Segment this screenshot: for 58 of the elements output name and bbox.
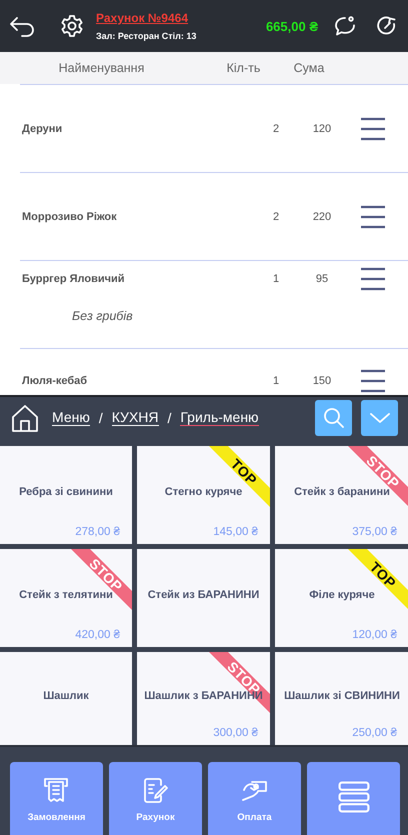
dish-name: Стегно куряче [164,486,242,498]
dish-price: 120,00 ₴ [352,629,397,641]
dish-name: Стейк з баранини [294,486,390,498]
menu-icon[interactable] [360,369,386,393]
menu-icon[interactable] [360,267,386,291]
item-name: Моррозиво Ріжок [22,210,118,222]
breadcrumb-link[interactable]: Меню [52,409,90,426]
dish-price: 250,00 ₴ [352,727,397,739]
dish-price: 145,00 ₴ [213,526,258,538]
item-sum: 120 [312,122,332,134]
column-header: Кіл-ть [226,61,262,75]
item-sum: 220 [312,210,332,222]
item-name: Люля-кебаб [22,375,88,387]
total-amount: 665,00 ₴ [266,18,318,34]
menu-icon[interactable] [360,204,386,228]
item-quantity: 1 [272,375,280,387]
chevron-down-icon [368,410,390,424]
breadcrumb-separator: / [98,410,103,426]
search-button[interactable] [315,400,352,436]
refresh-icon[interactable] [376,15,398,37]
item-sum: 150 [312,375,332,387]
item-quantity: 1 [272,273,280,285]
item-sum: 95 [314,273,330,285]
dish-name: Ребра зі свинини [19,486,113,498]
column-header: Сума [292,61,326,75]
list-icon [336,780,372,814]
bill-title[interactable]: Рахунок №9464 [96,11,188,25]
dish-price: 420,00 ₴ [75,629,120,641]
chat-icon[interactable] [334,15,356,37]
menu-tile[interactable]: Шашлик [0,652,132,745]
menu-tile[interactable]: Ребра зі свинини 278,00 ₴ [0,446,132,544]
back-icon[interactable] [8,15,36,37]
item-quantity: 2 [272,122,280,134]
breadcrumb-link[interactable]: Гриль-меню [180,409,259,426]
dish-name: Шашлик зі СВИНИНИ [284,690,400,702]
dish-price: 375,00 ₴ [352,526,397,538]
settings-icon[interactable] [60,14,84,38]
dish-name: Стейк з телятини [19,589,113,601]
home-icon[interactable] [10,402,40,432]
dish-name: Шашлик [43,690,89,702]
breadcrumb-link[interactable]: КУХНЯ [112,409,158,426]
item-name: Деруни [22,122,64,134]
menu-icon[interactable] [360,116,386,140]
menu-tile[interactable]: Шашлик зі СВИНИНИ 250,00 ₴ [275,652,408,745]
dish-name: Стейк из БАРАНИНИ [148,589,260,601]
dish-name: Філе куряче [309,589,375,601]
dish-price: 278,00 ₴ [75,526,120,538]
table-info: Зал: Ресторан Стіл: 13 [96,31,198,41]
more-button[interactable] [307,762,400,835]
column-header: Найменування [58,61,146,75]
menu-tile[interactable]: Стейк из БАРАНИНИ [137,549,270,647]
item-quantity: 2 [272,210,280,222]
breadcrumb-separator: / [168,410,172,426]
search-icon [322,406,344,428]
dropdown-button[interactable] [361,400,398,436]
item-name: Бурргер Яловичий [22,273,126,285]
item-note: Без грибів [72,309,133,323]
dish-price: 300,00 ₴ [213,727,258,739]
